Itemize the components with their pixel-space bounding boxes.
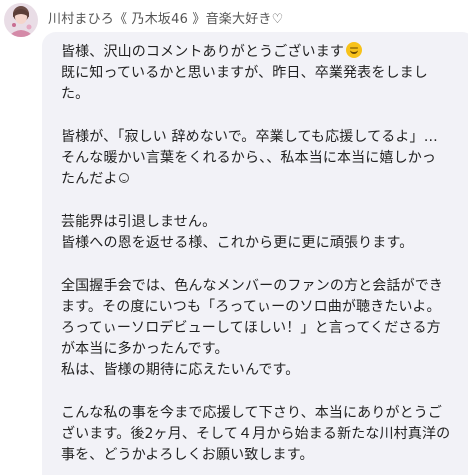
message-line: 皆様への恩を返せる様、これから更に更に頑張ります。 bbox=[61, 235, 414, 251]
message-line: ます。その度にいつも「ろってぃーのソロ曲が聴きたいよ。 bbox=[61, 299, 441, 315]
message-line: 全国握手会では、色んなメンバーのファンの方と会話ができ bbox=[61, 278, 444, 294]
grinning-face-emoji-icon bbox=[346, 42, 362, 58]
avatar[interactable] bbox=[4, 3, 38, 37]
message-line: こんな私の事を今まで応援して下さり、本当にありがとうご bbox=[61, 405, 443, 421]
message-line: 皆様、沢山のコメントありがとうございます bbox=[61, 42, 468, 63]
message-line: 既に知っているかと思いますが、昨日、卒業発表をしまし bbox=[61, 65, 428, 81]
smiling-face-emoji-icon bbox=[118, 173, 129, 183]
sender-name[interactable]: 川村まひろ《 乃木坂46 》音楽大好き♡ bbox=[48, 8, 283, 27]
message-paragraph: 皆様が、「寂しい 辞めないで。卒業しても応援してるよ」… そんな暖かい言葉をくれ… bbox=[61, 127, 468, 190]
message-line: 私は、皆様の期待に応えたいんです。 bbox=[61, 362, 300, 378]
message-line: 事を、どうかよろしくお願い致します。 bbox=[61, 447, 314, 463]
message-bubble: 皆様、沢山のコメントありがとうございます 既に知っているかと思いますが、昨日、卒… bbox=[42, 32, 468, 475]
message-line: ろってぃーソロデビューしてほしい！」と言ってくださる方 bbox=[61, 320, 441, 336]
message-line: そんな暖かい言葉をくれるから、、私本当に本当に嬉しかっ bbox=[61, 150, 437, 166]
message-text: 皆様、沢山のコメントありがとうございます bbox=[61, 44, 344, 60]
message-paragraph: 皆様、沢山のコメントありがとうございます 既に知っているかと思いますが、昨日、卒… bbox=[61, 42, 468, 105]
message-line: たんだよ bbox=[61, 169, 468, 190]
message-paragraph: 全国握手会では、色んなメンバーのファンの方と会話ができ ます。その度にいつも「ろ… bbox=[61, 276, 468, 381]
message-text: たんだよ bbox=[61, 171, 118, 187]
message-paragraph: 芸能界は引退しません。 皆様への恩を返せる様、これから更に更に頑張ります。 bbox=[61, 212, 468, 254]
message-line: ざいます。後2ヶ月、そして４月から始まる新たな川村真洋の bbox=[61, 426, 451, 442]
message-paragraph: こんな私の事を今まで応援して下さり、本当にありがとうご ざいます。後2ヶ月、そし… bbox=[61, 403, 468, 466]
message-line: た。 bbox=[61, 86, 90, 102]
message-line: が本当に多かったんです。 bbox=[61, 341, 229, 357]
message-line: 芸能界は引退しません。 bbox=[61, 214, 217, 230]
message-line: 皆様が、「寂しい 辞めないで。卒業しても応援してるよ」… bbox=[61, 129, 438, 145]
avatar-image bbox=[4, 3, 38, 37]
